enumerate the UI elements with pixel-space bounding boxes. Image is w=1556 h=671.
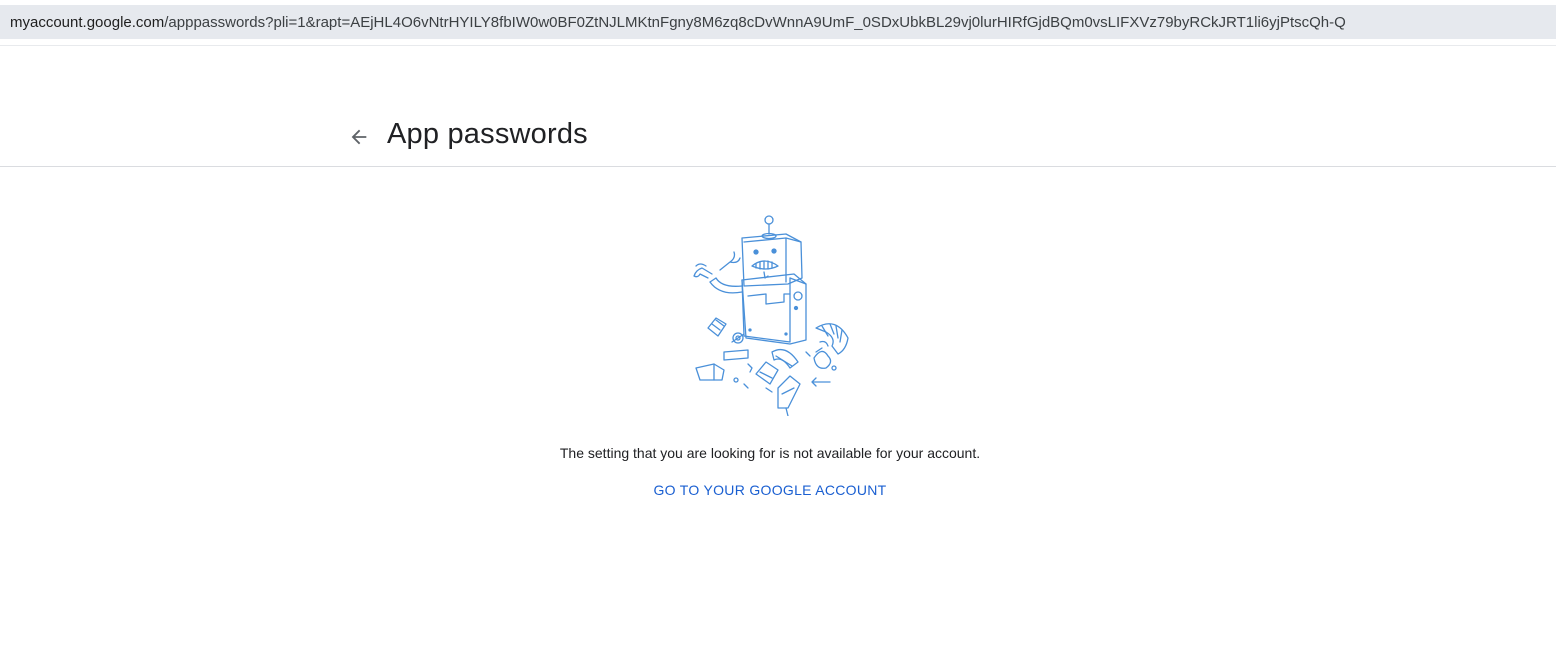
- page-title: App passwords: [387, 118, 588, 150]
- go-to-google-account-link: GO TO YOUR GOOGLE ACCOUNT: [0, 482, 1540, 498]
- broken-robot-illustration: [686, 212, 856, 417]
- back-button[interactable]: [344, 122, 374, 152]
- divider: [0, 45, 1556, 46]
- url-path: /apppasswords?pli=1&rapt=AEjHL4O6vNtrHYI…: [164, 13, 1346, 31]
- arrow-left-icon: [351, 129, 367, 145]
- go-to-google-account-label[interactable]: GO TO YOUR GOOGLE ACCOUNT: [653, 482, 886, 498]
- address-bar[interactable]: myaccount.google.com/apppasswords?pli=1&…: [0, 5, 1556, 39]
- not-available-message: The setting that you are looking for is …: [559, 445, 981, 461]
- url-host: myaccount.google.com: [10, 13, 165, 31]
- page-header: App passwords: [0, 110, 1556, 167]
